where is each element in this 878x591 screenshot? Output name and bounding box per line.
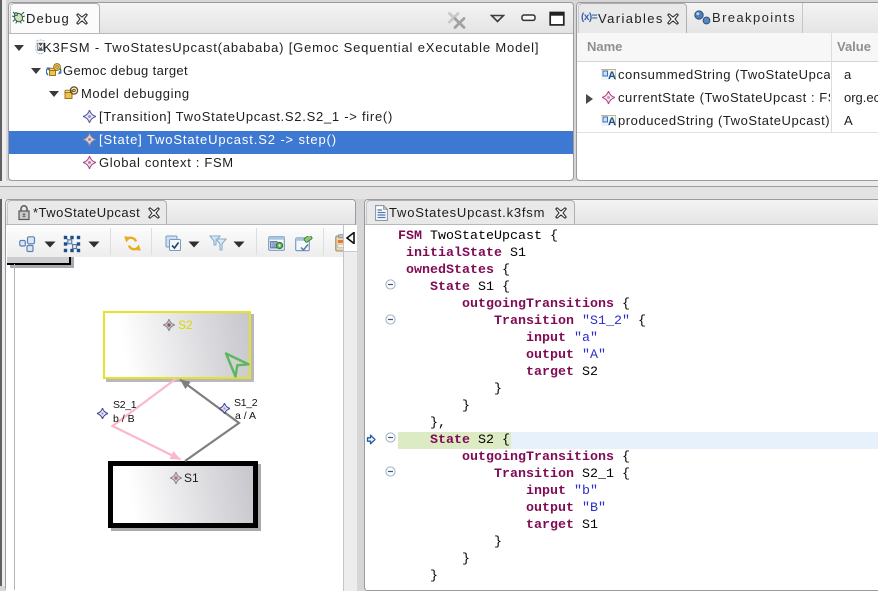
svg-text:A: A (608, 70, 616, 80)
svg-text:A: A (608, 116, 616, 126)
